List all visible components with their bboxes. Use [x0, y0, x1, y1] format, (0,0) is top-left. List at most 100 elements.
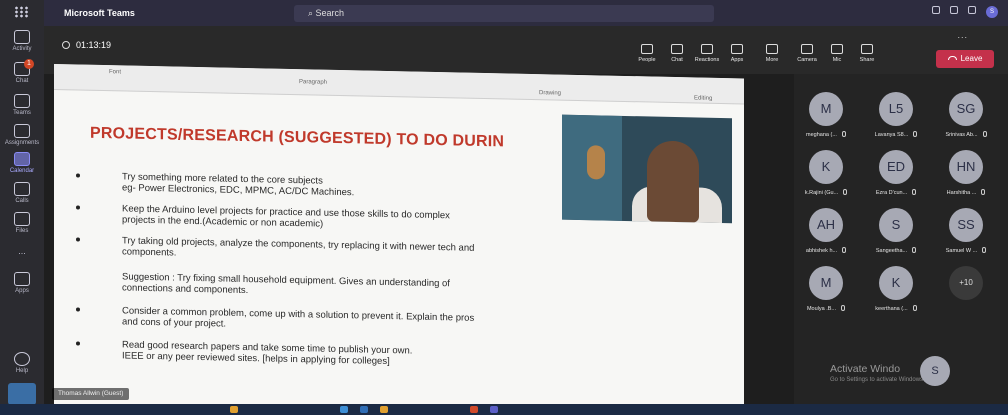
rail-teams[interactable]: Teams: [0, 94, 44, 116]
participant-tile[interactable]: AH abhishek h...: [790, 208, 862, 264]
teams-window: Activity 1 Chat Teams Assignments Calenda…: [0, 0, 1008, 415]
participant-tile[interactable]: M Moulya .B...: [790, 266, 862, 322]
mic-button[interactable]: Mic: [822, 44, 852, 63]
file-icon: [14, 212, 30, 226]
mic-muted-icon: [912, 247, 917, 253]
download-icon[interactable]: [8, 383, 36, 405]
profile-avatar[interactable]: S: [986, 6, 998, 18]
teams-taskbar-icon[interactable]: [490, 406, 498, 413]
meeting-timer: 01:13:19: [62, 40, 111, 50]
bullet-item: Consider a common problem, come up with …: [76, 304, 656, 338]
rail-chat[interactable]: 1 Chat: [0, 59, 44, 84]
presenter-video: [562, 114, 732, 224]
search-input[interactable]: ⌕ Search: [294, 5, 714, 22]
rail-calls[interactable]: Calls: [0, 182, 44, 204]
ribbon-font: Font: [109, 69, 122, 76]
meeting-controls: People Chat Reactions Apps More Camera M…: [632, 44, 882, 63]
mic-off-icon: [831, 44, 843, 54]
mic-muted-icon: [841, 305, 846, 311]
mail-icon[interactable]: [360, 406, 368, 413]
mic-muted-icon: [981, 189, 986, 195]
ribbon-paragraph: Paragraph: [299, 79, 328, 86]
rail-calendar[interactable]: Calendar: [0, 152, 44, 174]
participant-tile[interactable]: +10: [930, 266, 1002, 322]
participant-name: k.Rajini (Gu...: [790, 189, 862, 196]
mic-muted-icon: [913, 131, 918, 137]
chat-button[interactable]: Chat: [662, 44, 692, 63]
mic-muted-icon: [841, 131, 846, 137]
participant-name: Moulya .B...: [790, 305, 862, 312]
participant-avatar: K: [809, 150, 843, 184]
rail-activity[interactable]: Activity: [0, 30, 44, 52]
participant-tile[interactable]: S Sangeetha...: [860, 208, 932, 264]
share-icon: [861, 44, 873, 54]
shared-screen: Font Paragraph Drawing Editing PROJECTS/…: [44, 64, 794, 415]
rail-apps[interactable]: Apps: [0, 272, 44, 294]
participant-tile[interactable]: Kk.Rajini (Gu...: [790, 150, 862, 206]
edge-icon[interactable]: [340, 406, 348, 413]
participant-name-text: Moulya .B...: [806, 306, 837, 312]
people-button[interactable]: People: [632, 44, 662, 63]
rail-assignments[interactable]: Assignments: [0, 124, 44, 146]
mic-muted-icon: [843, 189, 848, 195]
minimize-icon[interactable]: [968, 6, 976, 14]
more-options-icon[interactable]: ...: [957, 30, 968, 40]
more-button[interactable]: More: [752, 44, 792, 63]
shield-icon: [62, 41, 70, 49]
rail-help[interactable]: Help: [0, 352, 44, 374]
mic-muted-icon: [912, 189, 917, 195]
app-launcher-icon[interactable]: [14, 6, 30, 18]
participant-name-text: Ezra D'cun...: [875, 190, 908, 196]
powerpoint-icon[interactable]: [470, 406, 478, 413]
guitar-image: [587, 145, 605, 180]
participant-name: Sangeetha...: [860, 247, 932, 254]
apps-button[interactable]: Apps: [722, 44, 752, 63]
presentation-slide: Font Paragraph Drawing Editing PROJECTS/…: [54, 64, 744, 415]
participant-tile[interactable]: Mmeghana (...: [790, 92, 862, 148]
camera-button[interactable]: Camera: [792, 44, 822, 63]
participant-name: keerthana (...: [860, 305, 932, 312]
help-icon: [14, 352, 30, 366]
participant-name-text: Harshitha ...: [946, 190, 977, 196]
ribbon-drawing: Drawing: [539, 90, 562, 97]
reactions-button[interactable]: Reactions: [692, 44, 722, 63]
share-button[interactable]: Share: [852, 44, 882, 63]
apps-icon: [14, 272, 30, 286]
participant-tile[interactable]: SS Samuel W ...: [930, 208, 1002, 264]
bullet-dot: [76, 341, 80, 346]
phone-icon: [14, 182, 30, 196]
chat-badge: 1: [24, 59, 34, 69]
chat-icon: [671, 44, 683, 54]
participant-tile[interactable]: HN Harshitha ...: [930, 150, 1002, 206]
folder-icon[interactable]: [230, 406, 238, 413]
participant-name: Samuel W ...: [930, 247, 1002, 254]
participant-tile[interactable]: SG Srinivas Ab...: [930, 92, 1002, 148]
bullet-item: Try taking old projects, analyze the com…: [76, 234, 656, 268]
self-avatar[interactable]: S: [920, 356, 950, 386]
app-title: Microsoft Teams: [64, 8, 135, 18]
participant-tile[interactable]: ED Ezra D'cun...: [860, 150, 932, 206]
participant-name-text: abhishek h...: [805, 248, 838, 254]
calendar-icon: [14, 152, 30, 166]
left-rail: Activity 1 Chat Teams Assignments Calenda…: [0, 0, 44, 415]
mic-muted-icon: [982, 247, 987, 253]
participant-name-text: Samuel W ...: [945, 248, 978, 254]
participant-avatar: M: [809, 92, 843, 126]
participant-avatar: K: [879, 266, 913, 300]
participant-tile[interactable]: Kkeerthana (...: [860, 266, 932, 322]
extension-icon[interactable]: [932, 6, 940, 14]
participant-name-text: Lavanya S8...: [874, 132, 909, 138]
rail-more[interactable]: ...: [0, 246, 44, 256]
camera-off-icon: [801, 44, 813, 54]
star-icon[interactable]: [950, 6, 958, 14]
mic-muted-icon: [982, 131, 987, 137]
participant-name-text: keerthana (...: [875, 306, 908, 312]
mic-muted-icon: [842, 247, 847, 253]
bullet-item: Suggestion : Try fixing small household …: [122, 271, 450, 297]
leave-button[interactable]: Leave: [936, 50, 994, 68]
participant-name: Srinivas Ab...: [930, 131, 1002, 138]
rail-files[interactable]: Files: [0, 212, 44, 234]
explorer-icon[interactable]: [380, 406, 388, 413]
participant-tile[interactable]: L5 Lavanya S8...: [860, 92, 932, 148]
bullet-item: Read good research papers and take some …: [76, 338, 656, 372]
